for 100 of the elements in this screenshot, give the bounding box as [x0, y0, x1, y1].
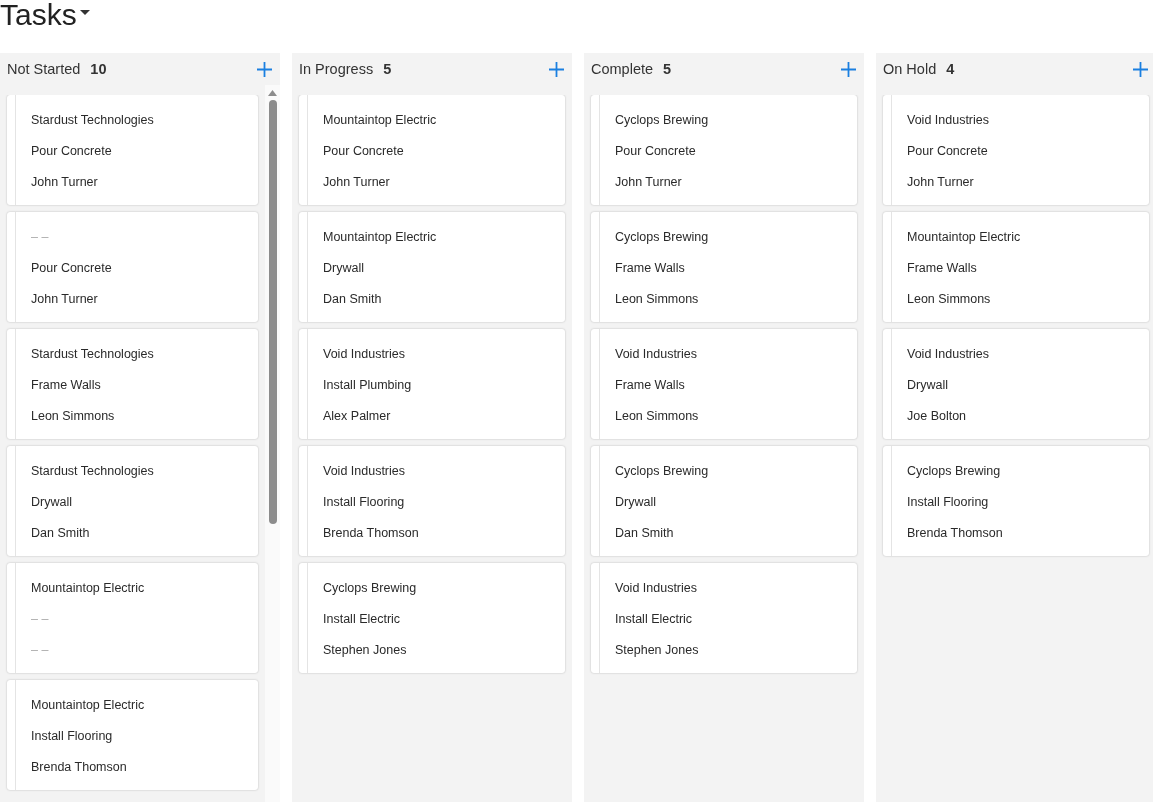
task-card[interactable]: Void Industries Frame Walls Leon Simmons [591, 329, 857, 439]
task-count: 5 [383, 61, 392, 77]
card-text: Joe Bolton [907, 408, 968, 425]
card-text: Pour Concrete [31, 143, 113, 160]
column-title: In Progress [299, 61, 374, 77]
plus-icon [840, 60, 857, 78]
card-text: Frame Walls [31, 377, 102, 394]
card-text: Stardust Technologies [31, 463, 154, 480]
card-text: Install Electric [615, 611, 694, 628]
card-text: Stephen Jones [323, 642, 408, 659]
task-card[interactable]: – – Pour Concrete John Turner [7, 212, 258, 322]
card-text: John Turner [615, 174, 683, 191]
card-text: Leon Simmons [31, 408, 116, 425]
scrollbar[interactable] [265, 85, 280, 802]
card-text: Pour Concrete [31, 260, 112, 277]
card-text: Frame Walls [615, 377, 686, 394]
card-text: Brenda Thomson [907, 525, 1003, 542]
card-text: Cyclops Brewing [615, 463, 709, 480]
card-text: Stephen Jones [615, 642, 699, 659]
card-text: Stardust Technologies [31, 112, 154, 129]
task-card[interactable]: Stardust Technologies Pour Concrete John Turner [7, 95, 258, 205]
column-title: Not Started [7, 61, 81, 77]
empty-field-text: – – [31, 229, 50, 246]
task-card[interactable]: Cyclops Brewing Install Electric Stephen Jones [299, 563, 565, 673]
card-text: Dan Smith [31, 525, 91, 542]
task-card[interactable]: Cyclops Brewing Frame Walls Leon Simmons [591, 212, 857, 322]
scroll-up-icon[interactable] [268, 90, 277, 96]
card-text: Leon Simmons [615, 291, 700, 308]
card-text: Cyclops Brewing [323, 580, 417, 597]
card-text: Install Plumbing [323, 377, 412, 394]
card-text: Mountaintop Electric [31, 697, 145, 714]
task-card[interactable]: Mountaintop Electric Frame Walls Leon Simmons [883, 212, 1149, 322]
card-text: John Turner [31, 291, 99, 308]
card-text: Cyclops Brewing [615, 112, 709, 129]
card-text: Void Industries [323, 346, 406, 363]
card-text: Void Industries [907, 112, 989, 129]
card-text: Mountaintop Electric [31, 580, 145, 597]
card-text: Drywall [31, 494, 73, 511]
card-text: Install Flooring [907, 494, 990, 511]
add-task-button[interactable] [548, 60, 565, 78]
empty-field-text: – – [31, 642, 50, 659]
card-text: Stardust Technologies [31, 346, 154, 363]
card-text: Dan Smith [323, 291, 383, 308]
task-card[interactable]: Mountaintop Electric – – – – [7, 563, 258, 673]
task-count: 10 [90, 61, 107, 77]
card-text: John Turner [907, 174, 975, 191]
card-text: Install Flooring [323, 494, 406, 511]
card-text: Brenda Thomson [323, 525, 419, 542]
task-card[interactable]: Stardust Technologies Frame Walls Leon Simmons [7, 329, 258, 439]
card-text: Drywall [323, 260, 365, 277]
board-title-dropdown[interactable]: Tasks [0, 0, 90, 31]
task-card[interactable]: Void Industries Drywall Joe Bolton [883, 329, 1149, 439]
card-text: Drywall [615, 494, 657, 511]
card-text: John Turner [31, 174, 99, 191]
task-count: 4 [946, 61, 955, 77]
card-text: Mountaintop Electric [907, 229, 1021, 246]
card-text: Mountaintop Electric [323, 229, 437, 246]
task-card[interactable]: Cyclops Brewing Pour Concrete John Turner [591, 95, 857, 205]
task-card[interactable]: Cyclops Brewing Drywall Dan Smith [591, 446, 857, 556]
add-task-button[interactable] [256, 60, 273, 78]
card-text: Pour Concrete [907, 143, 989, 160]
add-task-button[interactable] [840, 60, 857, 78]
card-text: Void Industries [615, 580, 698, 597]
card-text: Leon Simmons [907, 291, 992, 308]
task-card[interactable]: Void Industries Pour Concrete John Turner [883, 95, 1149, 205]
caret-icon [79, 10, 90, 16]
card-text: John Turner [323, 174, 391, 191]
task-card[interactable]: Void Industries Install Electric Stephen Jones [591, 563, 857, 673]
task-count: 5 [663, 61, 672, 77]
card-text: Pour Concrete [323, 143, 405, 160]
card-text: Mountaintop Electric [323, 112, 437, 129]
plus-icon [1132, 60, 1149, 78]
card-text: Void Industries [615, 346, 698, 363]
card-text: Pour Concrete [615, 143, 697, 160]
task-card[interactable]: Mountaintop Electric Pour Concrete John Turner [299, 95, 565, 205]
card-text: Dan Smith [615, 525, 675, 542]
task-card[interactable]: Cyclops Brewing Install Flooring Brenda Thomson [883, 446, 1149, 556]
task-card[interactable]: Mountaintop Electric Install Flooring Brenda Thomson [7, 680, 258, 790]
task-card[interactable]: Void Industries Install Flooring Brenda Thomson [299, 446, 565, 556]
column-title: On Hold [883, 61, 937, 77]
empty-field-text: – – [31, 611, 50, 628]
task-card[interactable]: Mountaintop Electric Drywall Dan Smith [299, 212, 565, 322]
scrollbar-thumb[interactable] [268, 100, 277, 524]
card-text: Frame Walls [615, 260, 686, 277]
card-text: Install Flooring [31, 728, 114, 745]
card-text: Install Electric [323, 611, 402, 628]
card-text: Leon Simmons [615, 408, 699, 425]
card-text: Cyclops Brewing [907, 463, 1002, 480]
card-text: Brenda Thomson [31, 759, 128, 776]
card-text: Cyclops Brewing [615, 229, 709, 246]
card-text: Frame Walls [907, 260, 978, 277]
task-card[interactable]: Stardust Technologies Drywall Dan Smith [7, 446, 258, 556]
column-title: Complete [591, 61, 654, 77]
card-text: Alex Palmer [323, 408, 392, 425]
plus-icon [548, 60, 565, 78]
task-card[interactable]: Void Industries Install Plumbing Alex Palmer [299, 329, 565, 439]
plus-icon [256, 60, 273, 78]
card-text: Drywall [907, 377, 949, 394]
add-task-button[interactable] [1132, 60, 1149, 78]
card-text: Void Industries [323, 463, 406, 480]
